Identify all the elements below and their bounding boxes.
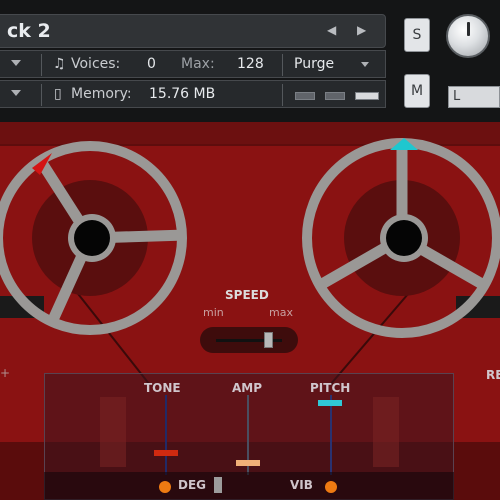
vib-led[interactable] xyxy=(325,481,337,493)
tape-path-left xyxy=(74,289,151,386)
speed-min-label: min xyxy=(203,306,224,319)
right-reel-spindle xyxy=(386,220,422,256)
reverb-label: RE xyxy=(486,368,500,382)
left-reel[interactable] xyxy=(0,141,187,335)
tone-label: TONE xyxy=(144,381,181,395)
amp-slider-thumb[interactable] xyxy=(236,460,260,466)
right-reel[interactable] xyxy=(302,138,500,338)
tone-slider-track[interactable] xyxy=(165,395,167,475)
speed-max-label: max xyxy=(269,306,293,319)
plus-glyph: + xyxy=(0,366,11,380)
deg-led[interactable] xyxy=(159,481,171,493)
vib-label: VIB xyxy=(290,478,313,492)
deg-label: DEG xyxy=(178,478,207,492)
amp-label: AMP xyxy=(232,381,263,395)
left-reel-spindle xyxy=(74,220,110,256)
pitch-label: PITCH xyxy=(310,381,351,395)
fx-column xyxy=(373,397,399,467)
speed-slider[interactable] xyxy=(200,327,298,353)
speed-label: SPEED xyxy=(225,288,269,302)
deg-slider-thumb[interactable] xyxy=(214,477,222,493)
tone-slider-thumb[interactable] xyxy=(154,450,178,456)
speed-thumb[interactable] xyxy=(264,332,274,348)
modulation-bar xyxy=(44,472,454,500)
pitch-slider-track[interactable] xyxy=(330,395,332,475)
fx-column xyxy=(100,397,126,467)
pitch-slider-thumb[interactable] xyxy=(318,400,342,406)
